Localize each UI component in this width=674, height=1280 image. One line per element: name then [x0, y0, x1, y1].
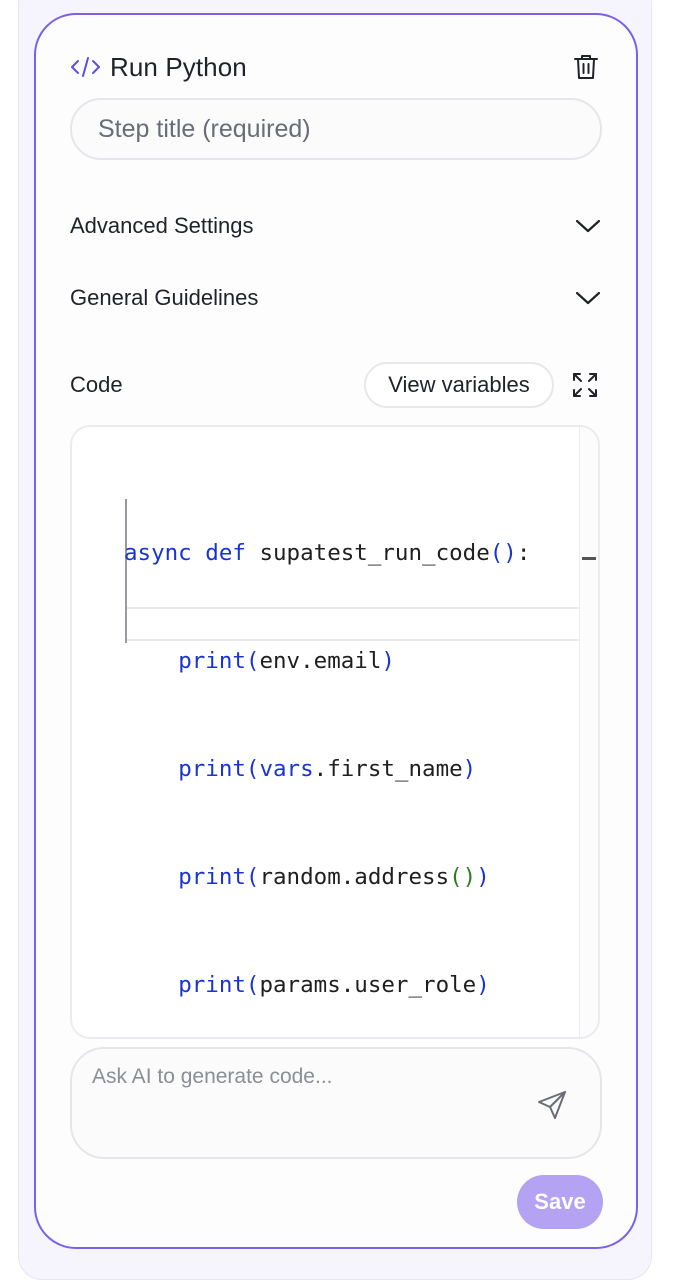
- view-variables-button[interactable]: View variables: [364, 362, 554, 408]
- trash-icon[interactable]: [568, 49, 604, 85]
- chevron-down-icon: [574, 212, 602, 240]
- code-line: print(params.user_role): [178, 972, 490, 998]
- code-line: print(vars.first_name): [178, 756, 477, 782]
- bracket: (): [449, 864, 477, 890]
- keyword-async: async: [124, 540, 192, 566]
- scrollbar-thumb[interactable]: [582, 557, 596, 560]
- code-lines: async def supatest_run_code(): print(env…: [124, 463, 531, 1037]
- code-line: print(env.email): [178, 648, 395, 674]
- step-type-title: Run Python: [110, 51, 247, 82]
- send-icon[interactable]: [534, 1087, 570, 1123]
- step-header: Run Python: [70, 45, 604, 89]
- ai-prompt-input[interactable]: [90, 1063, 514, 1107]
- code-line: print(random.address()): [178, 864, 490, 890]
- general-guidelines-toggle[interactable]: General Guidelines: [70, 278, 602, 318]
- general-guidelines-label: General Guidelines: [70, 285, 259, 310]
- bracket: ): [381, 648, 395, 674]
- bracket: ): [476, 972, 490, 998]
- print-call: print(: [178, 864, 260, 890]
- function-name: supatest_run_code: [259, 540, 490, 566]
- editor-scrollbar[interactable]: [579, 427, 598, 1037]
- expand-icon[interactable]: [570, 370, 600, 400]
- save-button[interactable]: Save: [517, 1175, 603, 1229]
- print-call: print(: [178, 756, 260, 782]
- code-label: Code: [70, 372, 123, 397]
- ai-prompt-box: [70, 1047, 602, 1159]
- code-editor[interactable]: async def supatest_run_code(): print(env…: [70, 425, 600, 1039]
- bracket: ): [476, 864, 490, 890]
- step-card: Run Python Advanced Settings General Gui…: [34, 13, 638, 1249]
- advanced-settings-label: Advanced Settings: [70, 213, 254, 238]
- chevron-down-icon: [574, 284, 602, 312]
- keyword-def: def: [205, 540, 246, 566]
- step-title-input[interactable]: [70, 98, 602, 160]
- print-call: print(: [178, 648, 260, 674]
- advanced-settings-toggle[interactable]: Advanced Settings: [70, 206, 602, 246]
- bracket: (): [489, 540, 517, 566]
- builtin-vars: vars: [259, 756, 314, 782]
- bracket: ): [462, 756, 477, 782]
- code-section-header: Code View variables: [70, 362, 604, 410]
- code-brackets-icon: [70, 55, 102, 79]
- code-line: async def supatest_run_code():: [124, 540, 531, 566]
- print-call: print(: [178, 972, 260, 998]
